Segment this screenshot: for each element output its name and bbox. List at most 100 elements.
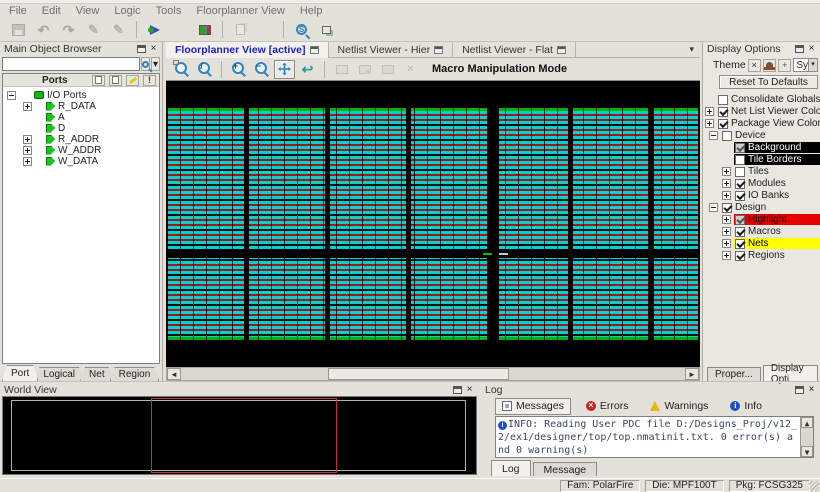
checkbox[interactable] (718, 107, 728, 117)
checkbox[interactable] (735, 155, 745, 165)
filter-errors-button[interactable]: Errors (579, 398, 636, 415)
expand-icon[interactable] (722, 191, 731, 200)
menu-file[interactable]: File (9, 5, 27, 17)
horizontal-scrollbar[interactable]: ◄ ► (166, 367, 700, 381)
display-item-background[interactable]: Background (705, 142, 820, 153)
edit-region-button[interactable] (377, 60, 398, 79)
theme-close-button[interactable]: × (748, 59, 761, 72)
menu-tools[interactable]: Tools (156, 5, 182, 17)
display-item-consolidate-globals[interactable]: Consolidate Globals (705, 94, 820, 105)
zoom-in-button[interactable]: + (228, 60, 249, 79)
scroll-down-icon[interactable]: ▼ (801, 446, 813, 457)
tab-proper[interactable]: Proper... (707, 367, 761, 381)
display-item-package-view-colors[interactable]: Package View Colors (705, 118, 820, 129)
zoom-ratio-button[interactable]: / (194, 60, 215, 79)
expand-icon[interactable] (722, 251, 731, 260)
expand-icon[interactable] (722, 227, 731, 236)
checkbox[interactable] (722, 131, 732, 141)
tab-message[interactable]: Message (533, 462, 598, 476)
redo-button[interactable]: ↷ (57, 20, 80, 40)
expand-icon[interactable] (709, 131, 718, 140)
tab-overflow-icon[interactable]: ▾ (689, 44, 694, 55)
search-input[interactable] (2, 57, 140, 71)
copy-all-button[interactable] (254, 20, 277, 40)
float-icon[interactable] (453, 386, 462, 394)
search-button[interactable] (141, 57, 150, 71)
expand-icon[interactable] (23, 146, 32, 155)
float-icon[interactable] (795, 45, 804, 53)
theme-stamp-button[interactable] (763, 59, 776, 72)
scroll-left-icon[interactable]: ◄ (167, 368, 181, 380)
reset-to-defaults-button[interactable]: Reset To Defaults (719, 75, 818, 89)
expand-icon[interactable] (709, 203, 718, 212)
theme-move-button[interactable]: + (778, 59, 791, 72)
theme-combo[interactable]: Sy ▾ (793, 58, 818, 72)
checkbox[interactable] (718, 95, 728, 105)
expand-icon[interactable] (705, 107, 714, 116)
tab-netlist-viewer-hier[interactable]: Netlist Viewer - Hier (329, 42, 454, 58)
log-vertical-scrollbar[interactable]: ▲ ▼ (800, 417, 813, 457)
tab-display-opti[interactable]: Display Opti... (763, 365, 818, 381)
tab-logical[interactable]: Logical (34, 367, 84, 381)
previous-view-button[interactable]: ↩ (297, 60, 318, 79)
tree-item-a[interactable]: A (7, 112, 159, 122)
tree-item-w-data[interactable]: W_DATA (7, 156, 159, 166)
tree-item-r-data[interactable]: R_DATA (7, 101, 159, 111)
world-view-canvas[interactable] (2, 396, 477, 475)
unedit-button[interactable]: ✎ (107, 20, 130, 40)
fit-view-button[interactable] (274, 60, 295, 79)
menu-edit[interactable]: Edit (42, 5, 61, 17)
filter-messages-button[interactable]: Messages (495, 398, 571, 415)
highlight-button[interactable] (126, 75, 139, 86)
close-icon[interactable]: × (807, 386, 816, 395)
alert-button[interactable]: ! (143, 75, 156, 86)
expand-icon[interactable] (722, 167, 731, 176)
expand-icon[interactable] (722, 239, 731, 248)
scroll-right-icon[interactable]: ► (685, 368, 699, 380)
float-icon[interactable] (310, 46, 319, 54)
checkbox[interactable] (735, 191, 745, 201)
float-icon[interactable] (557, 46, 566, 54)
connect-button[interactable] (193, 20, 216, 40)
filter-dropdown-button[interactable]: ▾ (151, 57, 160, 71)
expand-icon[interactable] (722, 215, 731, 224)
tree-item-d[interactable]: D (7, 123, 159, 133)
zoom-window-button[interactable] (171, 60, 192, 79)
create-exclusive-region-button[interactable] (354, 60, 375, 79)
settings-button[interactable] (168, 20, 191, 40)
copy-button[interactable] (229, 20, 252, 40)
scrollbar-thumb[interactable] (328, 368, 509, 380)
floorplan-canvas[interactable] (166, 80, 700, 367)
delete-region-button[interactable]: × (400, 60, 421, 79)
close-icon[interactable]: × (807, 45, 816, 54)
display-item-modules[interactable]: Modules (705, 178, 820, 189)
float-icon[interactable] (434, 46, 443, 54)
checkbox[interactable] (735, 251, 745, 261)
expand-icon[interactable] (23, 135, 32, 144)
edit-button[interactable]: ✎ (82, 20, 105, 40)
collapse-icon[interactable] (7, 91, 16, 100)
log-message-area[interactable]: iINFO: Reading User PDC file D:/Designs_… (495, 416, 814, 458)
tree-item-io-ports[interactable]: I/O Ports (7, 90, 159, 100)
tab-floorplanner-view-active[interactable]: Floorplanner View [active] (166, 42, 329, 58)
display-item-highlight[interactable]: Highlight (705, 214, 820, 225)
menu-logic[interactable]: Logic (114, 5, 140, 17)
close-icon[interactable]: × (149, 45, 158, 54)
display-item-io-banks[interactable]: IO Banks (705, 190, 820, 201)
float-icon[interactable] (137, 45, 146, 53)
resize-grip[interactable] (809, 481, 819, 491)
tab-net[interactable]: Net (80, 367, 114, 381)
close-icon[interactable]: × (465, 386, 474, 395)
checkbox[interactable] (735, 167, 745, 177)
menu-floorplanner-view[interactable]: Floorplanner View (196, 5, 284, 17)
tree-item-w-addr[interactable]: W_ADDR (7, 145, 159, 155)
display-item-tiles[interactable]: Tiles (705, 166, 820, 177)
display-item-regions[interactable]: Regions (705, 250, 820, 261)
search-button[interactable]: S (290, 20, 313, 40)
display-item-design[interactable]: Design (705, 202, 820, 213)
expand-icon[interactable] (722, 179, 731, 188)
display-item-macros[interactable]: Macros (705, 226, 820, 237)
checkbox[interactable] (735, 227, 745, 237)
expand-icon[interactable] (23, 102, 32, 111)
copy-button[interactable] (109, 75, 122, 86)
